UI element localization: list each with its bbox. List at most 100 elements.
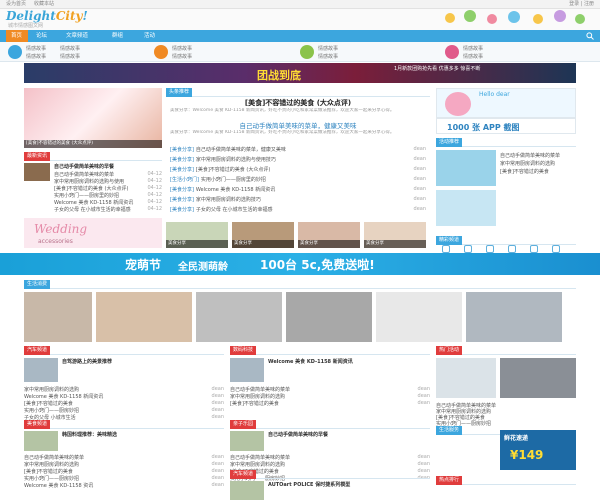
list-item[interactable]: Welcome 美食 KD-1158 新闻资讯 dean xyxy=(24,393,224,400)
list-item[interactable]: 实用小窍门——厨房妙招 dean xyxy=(24,475,224,482)
mid-section-title[interactable]: 自驾游路上的美景推荐 xyxy=(62,358,222,365)
life-photo[interactable] xyxy=(96,292,192,342)
life-photo[interactable] xyxy=(466,292,562,342)
list-item[interactable]: [美食]不容错过的美食dean xyxy=(24,400,224,407)
bottom-section-title[interactable]: 自己动手做简单美味的早餐 xyxy=(268,431,428,438)
list-item[interactable]: 实用小窍门——厨房里的妙招 04-12 xyxy=(54,192,162,199)
list-item[interactable]: 家中常用厨房调料的选购 dean xyxy=(230,461,430,468)
left-feature-image[interactable] xyxy=(24,163,50,181)
list-item[interactable]: 家中常用厨房调料的选购 dean xyxy=(24,386,224,393)
news-row[interactable]: [美食分享] 家中常用厨房调料的选购技巧 dean xyxy=(170,196,426,203)
sidebar-image-2[interactable] xyxy=(436,190,496,226)
subnav-link[interactable]: 情感故事 xyxy=(60,45,80,52)
life-photo[interactable] xyxy=(24,292,92,342)
list-item[interactable]: 自己动手做简单美味的菜单 dean xyxy=(24,454,224,461)
list-item[interactable]: [美食]不容错过的美食dean xyxy=(230,400,430,407)
headline-image[interactable] xyxy=(24,88,162,148)
channel-icon[interactable] xyxy=(508,245,516,253)
list-item[interactable]: 子女的父母 在小城市生活的幸福感 04-12 xyxy=(54,206,162,213)
news-row[interactable]: [美食分享] Welcome 美食 KD-1158 新闻资讯 dean xyxy=(170,186,426,193)
nav-item-events[interactable]: 活动 xyxy=(144,30,155,42)
headline-summary: 美食分享：Welcome 美食 KD-1158 新闻资讯，好吃不贵的小吃和家常菜… xyxy=(170,108,395,113)
app-screenshot-ad[interactable]: 1000 张 APP 截图 xyxy=(436,118,576,134)
bottom-section-title[interactable]: 韩国料理推荐：美味精选 xyxy=(62,431,222,438)
list-item[interactable]: 自己动手做简单美味的菜单 dean xyxy=(230,454,430,461)
news-row[interactable]: [美食分享] 家中常用厨房调料的选购与使用技巧 dean xyxy=(170,156,426,163)
channel-icon[interactable] xyxy=(464,245,472,253)
category-icon[interactable] xyxy=(8,45,22,59)
news-row[interactable]: [美食分享] [美食]不容错过的美食 (大众点评) dean xyxy=(170,166,426,173)
news-row[interactable]: [美食分享] 自己动手做简单美味的菜单，健康又美味 dean xyxy=(170,146,426,153)
subnav-link[interactable]: 情感故事 xyxy=(318,45,338,52)
bookmark-link[interactable]: 收藏本站 xyxy=(34,1,54,7)
list-item[interactable]: Welcome 美食 KD-1158 资讯 dean xyxy=(24,482,224,489)
bottom-section-image[interactable] xyxy=(230,481,264,500)
list-item-date: dean xyxy=(211,393,224,399)
news-row[interactable]: [生活小窍门] 实用小窍门——厨房里的妙招 dean xyxy=(170,176,426,183)
mid-section-image[interactable] xyxy=(24,358,58,382)
subnav-link[interactable]: 情感故事 xyxy=(463,45,483,52)
sidebar-event-image-2[interactable] xyxy=(436,358,496,398)
subnav-link[interactable]: 情感故事 xyxy=(318,53,338,60)
subnav-link[interactable]: 情感故事 xyxy=(26,45,46,52)
channel-icon[interactable] xyxy=(486,245,494,253)
search-icon[interactable] xyxy=(586,32,594,40)
category-icon[interactable] xyxy=(445,45,459,59)
nav-item-forum[interactable]: 论坛 xyxy=(36,30,47,42)
subnav-link[interactable]: 情感故事 xyxy=(60,53,80,60)
sidebar-list-item[interactable]: [美食]不容错过的美食 xyxy=(500,168,576,175)
life-photo[interactable] xyxy=(376,292,462,342)
news-row-category: [美食分享] xyxy=(170,197,194,203)
subnav-link[interactable]: 情感故事 xyxy=(463,53,483,60)
life-photo[interactable] xyxy=(286,292,372,342)
set-home-link[interactable]: 设为首页 xyxy=(6,1,26,7)
list-item[interactable]: 自己动手做简单美味的菜单 04-12 xyxy=(54,171,162,178)
wedding-ad[interactable]: Wedding accessories xyxy=(24,218,162,248)
promo-banner[interactable]: 团战到底 1月新款团购抢先看 优惠多多 惊喜不断 xyxy=(24,63,576,83)
bottom-section-title[interactable]: AUTOart POLICE 保时捷系列模型 xyxy=(268,481,428,488)
login-link[interactable]: 登录 | 注册 xyxy=(569,0,594,9)
list-item[interactable]: 实用小窍门——厨房妙招 dean xyxy=(24,407,224,414)
subnav-link[interactable]: 情感故事 xyxy=(172,53,192,60)
category-icon[interactable] xyxy=(154,45,168,59)
mid-section-image[interactable] xyxy=(230,358,264,382)
banner-title: 团战到底 xyxy=(257,69,301,82)
nav-home[interactable]: 首页 xyxy=(6,30,28,42)
channel-icon[interactable] xyxy=(442,245,450,253)
channel-icon[interactable] xyxy=(530,245,538,253)
sidebar-event-image[interactable] xyxy=(500,358,576,398)
nav-item-groups[interactable]: 群组 xyxy=(112,30,123,42)
pet-day-ad[interactable]: 宠萌节 全民测萌龄 100台 5c,免费送啦! xyxy=(0,253,600,275)
sidebar-list-item[interactable]: 家中常用厨房调料的选购 xyxy=(500,160,576,167)
list-item[interactable]: [美食]不容错过的美食dean xyxy=(24,468,224,475)
bottom-section-label: 美食频道 xyxy=(24,420,51,429)
channel-icon[interactable] xyxy=(552,245,560,253)
hello-box[interactable]: Hello dear xyxy=(436,88,576,118)
site-logo[interactable]: DelightCity! xyxy=(6,9,88,23)
mascot-icon xyxy=(445,92,471,116)
subnav-link[interactable]: 情感故事 xyxy=(172,45,192,52)
headline-subtitle[interactable]: 自己动手做简单美味的菜单，健康又美味 xyxy=(170,120,426,130)
bottom-section-image[interactable] xyxy=(230,431,264,451)
headline-title[interactable]: [美食]不容错过的美食 (大众点评) xyxy=(170,98,426,108)
list-item[interactable]: Welcome 美食 KD-1158 新闻资讯 04-12 xyxy=(54,199,162,206)
bottom-section-image[interactable] xyxy=(24,431,58,451)
list-item[interactable]: 家中常用厨房调料的选购 dean xyxy=(24,461,224,468)
mid-section-title[interactable]: Welcome 美食 KD-1158 新闻资讯 xyxy=(268,358,428,365)
sidebar-list-item[interactable]: 自己动手做简单美味的菜单 xyxy=(500,152,576,159)
sidebar-image-1[interactable] xyxy=(436,150,496,186)
left-feature-title[interactable]: 自己动手做简单美味的早餐 xyxy=(54,163,162,170)
list-item[interactable]: 自己动手做简单美味的菜单 dean xyxy=(230,386,430,393)
list-item-date: 04-12 xyxy=(147,206,162,212)
category-icon[interactable] xyxy=(300,45,314,59)
list-item[interactable]: 家中常用厨房调料的选购 dean xyxy=(230,393,430,400)
subnav-link[interactable]: 情感故事 xyxy=(26,53,46,60)
nav-item-articles[interactable]: 文章频道 xyxy=(66,30,88,42)
life-photo[interactable] xyxy=(196,292,282,342)
bottom-section-label: 汽车频道 xyxy=(230,470,257,479)
flower-ad[interactable]: 鲜花速递 ¥149 xyxy=(500,430,576,470)
list-item[interactable]: [美食]不容错过的美食 (大众点评) 04-12 xyxy=(54,185,162,192)
list-item-date: dean xyxy=(211,454,224,460)
news-row[interactable]: [美食分享] 子女的父母 在小城市生活的幸福感 dean xyxy=(170,206,426,213)
list-item[interactable]: 家中常用厨房调料的选购与使用 04-12 xyxy=(54,178,162,185)
